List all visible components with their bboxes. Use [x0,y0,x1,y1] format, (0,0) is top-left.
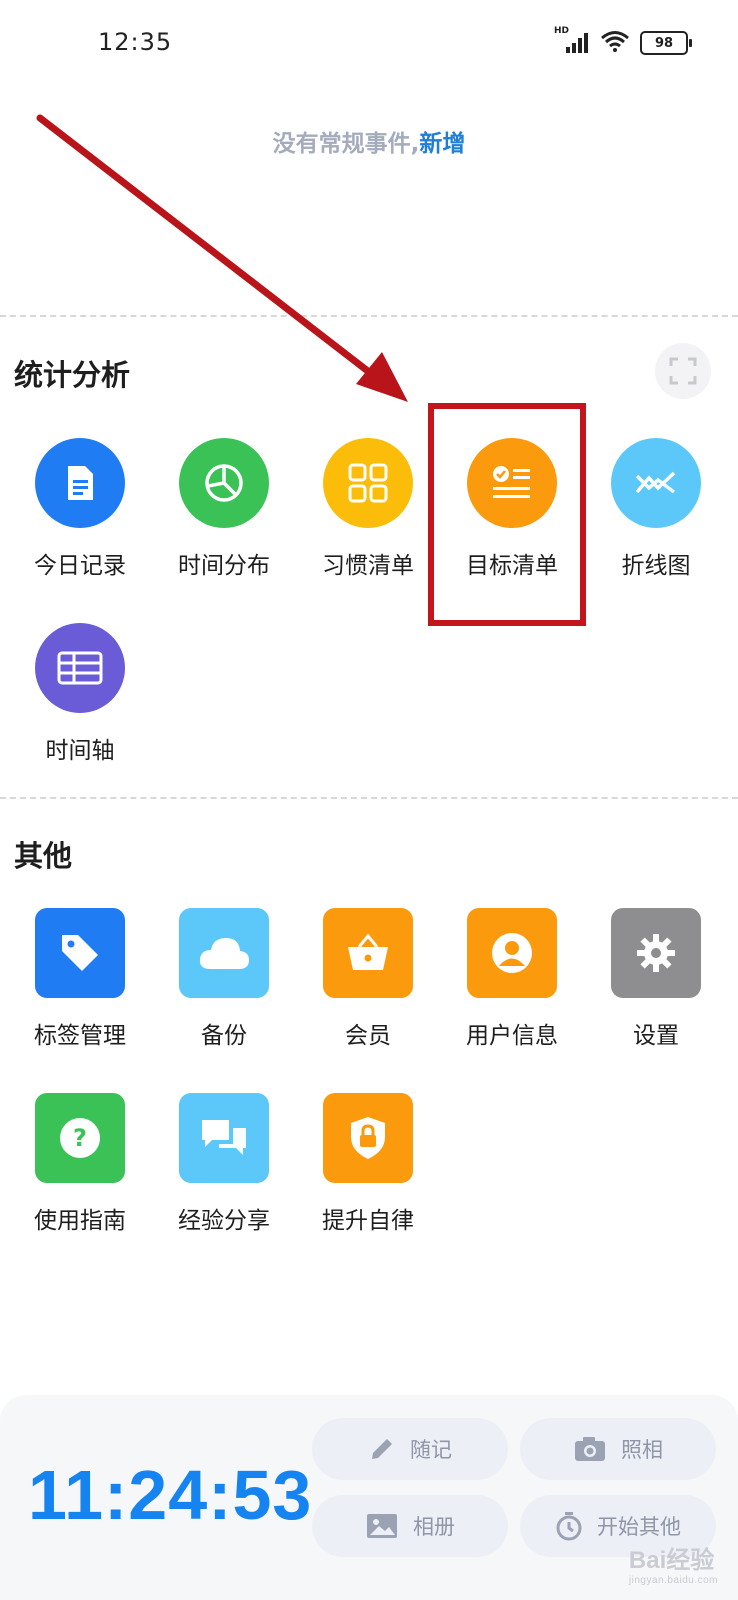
other-item-label: 提升自律 [322,1208,414,1234]
basket-icon [323,908,413,998]
other-item-experience-share[interactable]: 经验分享 [154,1093,294,1235]
other-item-membership[interactable]: 会员 [298,908,438,1050]
other-item-label: 设置 [633,1023,679,1049]
other-item-label: 使用指南 [34,1208,126,1234]
table-icon [35,623,125,713]
camera-label: 照相 [621,1438,663,1462]
start-other-label: 开始其他 [597,1515,681,1539]
other-item-user-info[interactable]: 用户信息 [442,908,582,1050]
cloud-icon [179,908,269,998]
other-item-label: 用户信息 [466,1023,558,1049]
other-item-backup[interactable]: 备份 [154,908,294,1050]
quick-note-label: 随记 [410,1438,452,1462]
quick-note-button[interactable]: 随记 [312,1418,508,1480]
divider [0,797,738,799]
other-item-tag-management[interactable]: 标签管理 [10,908,150,1050]
watermark: Bai经验 jingyan.baidu.com [629,1540,718,1586]
other-item-label: 会员 [345,1023,391,1049]
camera-button[interactable]: 照相 [520,1418,716,1480]
shield-lock-icon [323,1093,413,1183]
other-item-user-guide[interactable]: ? 使用指南 [10,1093,150,1235]
stats-item-timeline[interactable]: 时间轴 [10,623,150,765]
stopwatch-icon [556,1512,582,1541]
other-item-label: 标签管理 [34,1023,126,1049]
stats-item-label: 时间轴 [45,738,115,764]
question-icon: ? [35,1093,125,1183]
watermark-brand: Bai经验 [628,1547,715,1574]
annotation-arrow [36,114,408,402]
chat-icon [179,1093,269,1183]
current-timer: 11:24:53 [28,1456,313,1534]
other-section-title: 其他 [14,839,73,873]
other-item-self-discipline[interactable]: 提升自律 [298,1093,438,1235]
other-item-settings[interactable]: 设置 [586,908,726,1050]
other-item-label: 备份 [201,1023,247,1049]
pencil-icon [372,1439,392,1459]
user-icon [467,908,557,998]
tag-icon [35,908,125,998]
camera-icon [575,1437,605,1461]
gear-icon [611,908,701,998]
album-button[interactable]: 相册 [312,1495,508,1557]
other-item-label: 经验分享 [178,1208,270,1234]
watermark-url: jingyan.baidu.com [628,1575,718,1586]
album-label: 相册 [413,1515,455,1539]
svg-text:?: ? [73,1124,87,1152]
image-icon [367,1514,397,1538]
